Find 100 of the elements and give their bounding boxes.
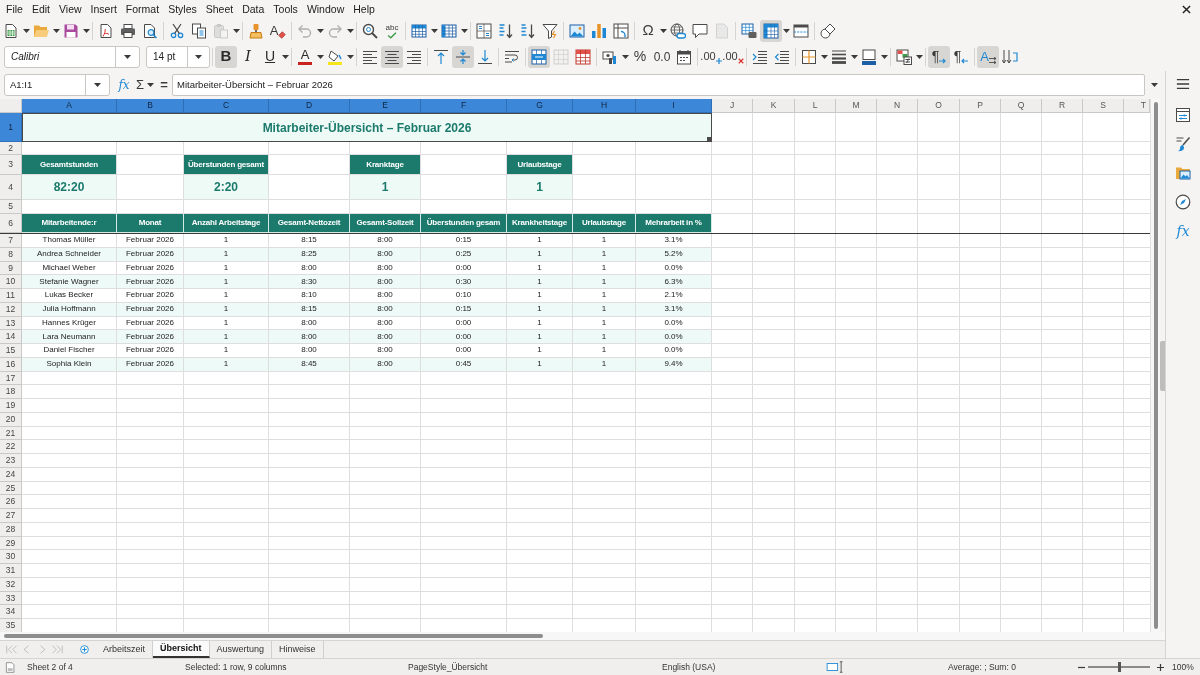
row-header[interactable]: 30 bbox=[0, 550, 22, 564]
column-header[interactable]: L bbox=[795, 99, 836, 113]
sheet-tab[interactable]: Übersicht bbox=[153, 641, 210, 658]
column-header[interactable]: E bbox=[350, 99, 421, 113]
align-center-button[interactable] bbox=[381, 45, 403, 68]
freeze-panes-button[interactable] bbox=[760, 19, 782, 42]
formula-input-field[interactable]: Mitarbeiter-Übersicht – Februar 2026 bbox=[172, 74, 1145, 96]
number-format-button[interactable]: 0.0 bbox=[651, 45, 673, 68]
speech-bubble-icon bbox=[692, 22, 708, 39]
bar-chart-icon bbox=[591, 22, 607, 39]
name-box[interactable]: A1:I1 bbox=[4, 74, 110, 96]
menu-item[interactable]: Window bbox=[302, 0, 349, 19]
row-header[interactable]: 2 bbox=[0, 142, 22, 155]
sum-button[interactable]: Σ bbox=[134, 75, 146, 95]
menu-item[interactable]: Insert bbox=[86, 0, 121, 19]
column-header[interactable]: C bbox=[184, 99, 269, 113]
font-size-combobox[interactable]: 14 pt bbox=[146, 45, 210, 68]
column-header[interactable]: K bbox=[753, 99, 795, 113]
selection-info: Selected: 1 row, 9 columns bbox=[185, 660, 287, 674]
row-header[interactable]: 10 bbox=[0, 275, 22, 289]
add-decimal-button[interactable]: .00 bbox=[700, 45, 722, 68]
table-cell: 1 bbox=[507, 275, 573, 289]
font-color-button[interactable]: A bbox=[294, 45, 316, 68]
menu-item[interactable]: Format bbox=[121, 0, 164, 19]
align-center-icon bbox=[384, 48, 400, 65]
column-header[interactable]: B bbox=[117, 99, 184, 113]
menu-item[interactable]: Tools bbox=[269, 0, 302, 19]
table-cell: Februar 2026 bbox=[117, 275, 184, 289]
right-to-left-button[interactable]: ¶ bbox=[950, 45, 972, 68]
left-to-right-button[interactable]: ¶ bbox=[928, 45, 950, 68]
row-header[interactable]: 23 bbox=[0, 454, 22, 468]
column-header[interactable]: F bbox=[421, 99, 507, 113]
column-header[interactable]: P bbox=[960, 99, 1001, 113]
row-header[interactable]: 18 bbox=[0, 385, 22, 399]
functions-button[interactable]: fx bbox=[1172, 220, 1194, 242]
merge-center-button[interactable] bbox=[528, 45, 550, 68]
column-header[interactable]: D bbox=[269, 99, 350, 113]
spelling-button[interactable]: abc bbox=[381, 19, 403, 42]
slider-thumb[interactable] bbox=[1117, 662, 1121, 672]
sidebar-collapse-handle[interactable] bbox=[1160, 340, 1165, 391]
row-header[interactable]: 1 bbox=[0, 113, 22, 142]
menu-item[interactable]: Edit bbox=[27, 0, 54, 19]
align-right-icon bbox=[406, 48, 422, 65]
scrollbar-thumb[interactable] bbox=[4, 634, 543, 638]
add-sheet-button[interactable] bbox=[78, 642, 90, 657]
menu-item[interactable]: File bbox=[2, 0, 27, 19]
column-header[interactable]: A bbox=[22, 99, 117, 113]
row-header[interactable]: 35 bbox=[0, 619, 22, 632]
menu-item[interactable]: Styles bbox=[164, 0, 201, 19]
fill-handle[interactable] bbox=[707, 137, 711, 141]
italic-button[interactable]: I bbox=[237, 45, 259, 68]
caret-icon bbox=[316, 54, 324, 59]
table-cell: 1 bbox=[573, 275, 636, 289]
row-header[interactable]: 6 bbox=[0, 214, 22, 233]
percent-button[interactable]: % bbox=[629, 45, 651, 68]
column-header[interactable]: R bbox=[1042, 99, 1083, 113]
zoom-in-button[interactable] bbox=[1155, 661, 1165, 673]
column-header[interactable]: M bbox=[836, 99, 877, 113]
magnifier-icon bbox=[362, 22, 378, 39]
row-header[interactable]: 11 bbox=[0, 289, 22, 303]
special-character-button[interactable]: Ω bbox=[637, 19, 659, 42]
table-cell: 1 bbox=[573, 330, 636, 344]
formula-button[interactable]: = bbox=[158, 75, 170, 95]
column-header[interactable]: H bbox=[573, 99, 636, 113]
row-header[interactable]: 14 bbox=[0, 330, 22, 344]
menu-item[interactable]: Data bbox=[238, 0, 269, 19]
scrollbar-thumb[interactable] bbox=[1153, 102, 1158, 629]
column-heading: Krankheitstage bbox=[507, 214, 573, 233]
function-wizard-button[interactable]: fx bbox=[116, 75, 132, 95]
row-header[interactable]: 3 bbox=[0, 155, 22, 175]
row-header[interactable]: 15 bbox=[0, 344, 22, 358]
font-name-combobox[interactable]: Calibri bbox=[4, 45, 140, 68]
menu-item[interactable]: Help bbox=[349, 0, 379, 19]
row-header[interactable]: 22 bbox=[0, 440, 22, 454]
row-header[interactable]: 26 bbox=[0, 495, 22, 509]
delete-decimal-button[interactable]: .00 bbox=[722, 45, 744, 68]
column-header[interactable]: O bbox=[918, 99, 960, 113]
row-header[interactable]: 4 bbox=[0, 175, 22, 200]
clear-formatting-button[interactable]: A bbox=[267, 19, 289, 42]
row-header[interactable]: 5 bbox=[0, 200, 22, 214]
column-header[interactable]: T bbox=[1124, 99, 1150, 113]
pdf-document-icon bbox=[98, 22, 114, 39]
underline-button[interactable]: U bbox=[259, 45, 281, 68]
column-header[interactable]: I bbox=[636, 99, 712, 113]
row-header[interactable]: 27 bbox=[0, 509, 22, 523]
row-header[interactable]: 34 bbox=[0, 605, 22, 619]
row-header[interactable]: 19 bbox=[0, 399, 22, 413]
close-button[interactable] bbox=[1180, 3, 1192, 16]
column-header[interactable]: J bbox=[712, 99, 753, 113]
plus-icon bbox=[1156, 663, 1164, 671]
row-header[interactable]: 7 bbox=[0, 234, 22, 248]
menu-item[interactable]: View bbox=[55, 0, 86, 19]
row-header[interactable]: 31 bbox=[0, 564, 22, 578]
menu-item[interactable]: Sheet bbox=[201, 0, 238, 19]
page-icon bbox=[714, 22, 730, 39]
column-header[interactable]: G bbox=[507, 99, 573, 113]
column-header[interactable]: N bbox=[877, 99, 918, 113]
bold-button[interactable]: B bbox=[215, 45, 237, 68]
column-header[interactable]: S bbox=[1083, 99, 1124, 113]
column-header[interactable]: Q bbox=[1001, 99, 1042, 113]
